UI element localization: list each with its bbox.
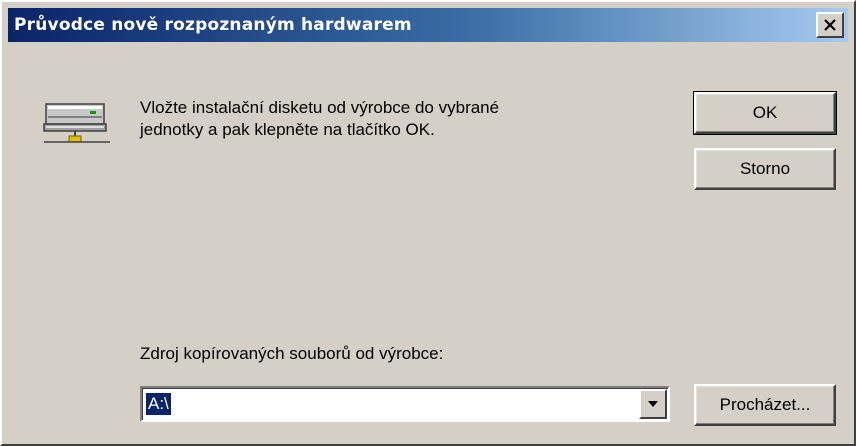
title-bar[interactable]: Průvodce nově rozpoznaným hardwarem (8, 8, 848, 42)
instruction-line-1: Vložte instalační disketu od výrobce do … (140, 98, 500, 117)
chevron-down-icon (648, 401, 658, 407)
instruction-text: Vložte instalační disketu od výrobce do … (140, 97, 660, 141)
hardware-device-icon (43, 103, 110, 143)
cancel-button[interactable]: Storno (694, 148, 836, 190)
source-path-combobox[interactable]: A:\ (140, 386, 670, 422)
hardware-wizard-dialog: Průvodce nově rozpoznaným hardwarem Vlož… (0, 0, 856, 446)
dropdown-button[interactable] (639, 389, 667, 419)
close-icon (824, 19, 836, 31)
ok-button[interactable]: OK (693, 91, 837, 135)
close-button[interactable] (816, 12, 844, 38)
source-label: Zdroj kopírovaných souborů od výrobce: (140, 344, 444, 363)
dialog-title: Průvodce nově rozpoznaným hardwarem (14, 15, 412, 35)
instruction-line-2: jednotky a pak klepněte na tlačítko OK. (140, 120, 435, 139)
browse-button[interactable]: Procházet... (694, 384, 836, 426)
source-path-value[interactable]: A:\ (146, 393, 171, 415)
